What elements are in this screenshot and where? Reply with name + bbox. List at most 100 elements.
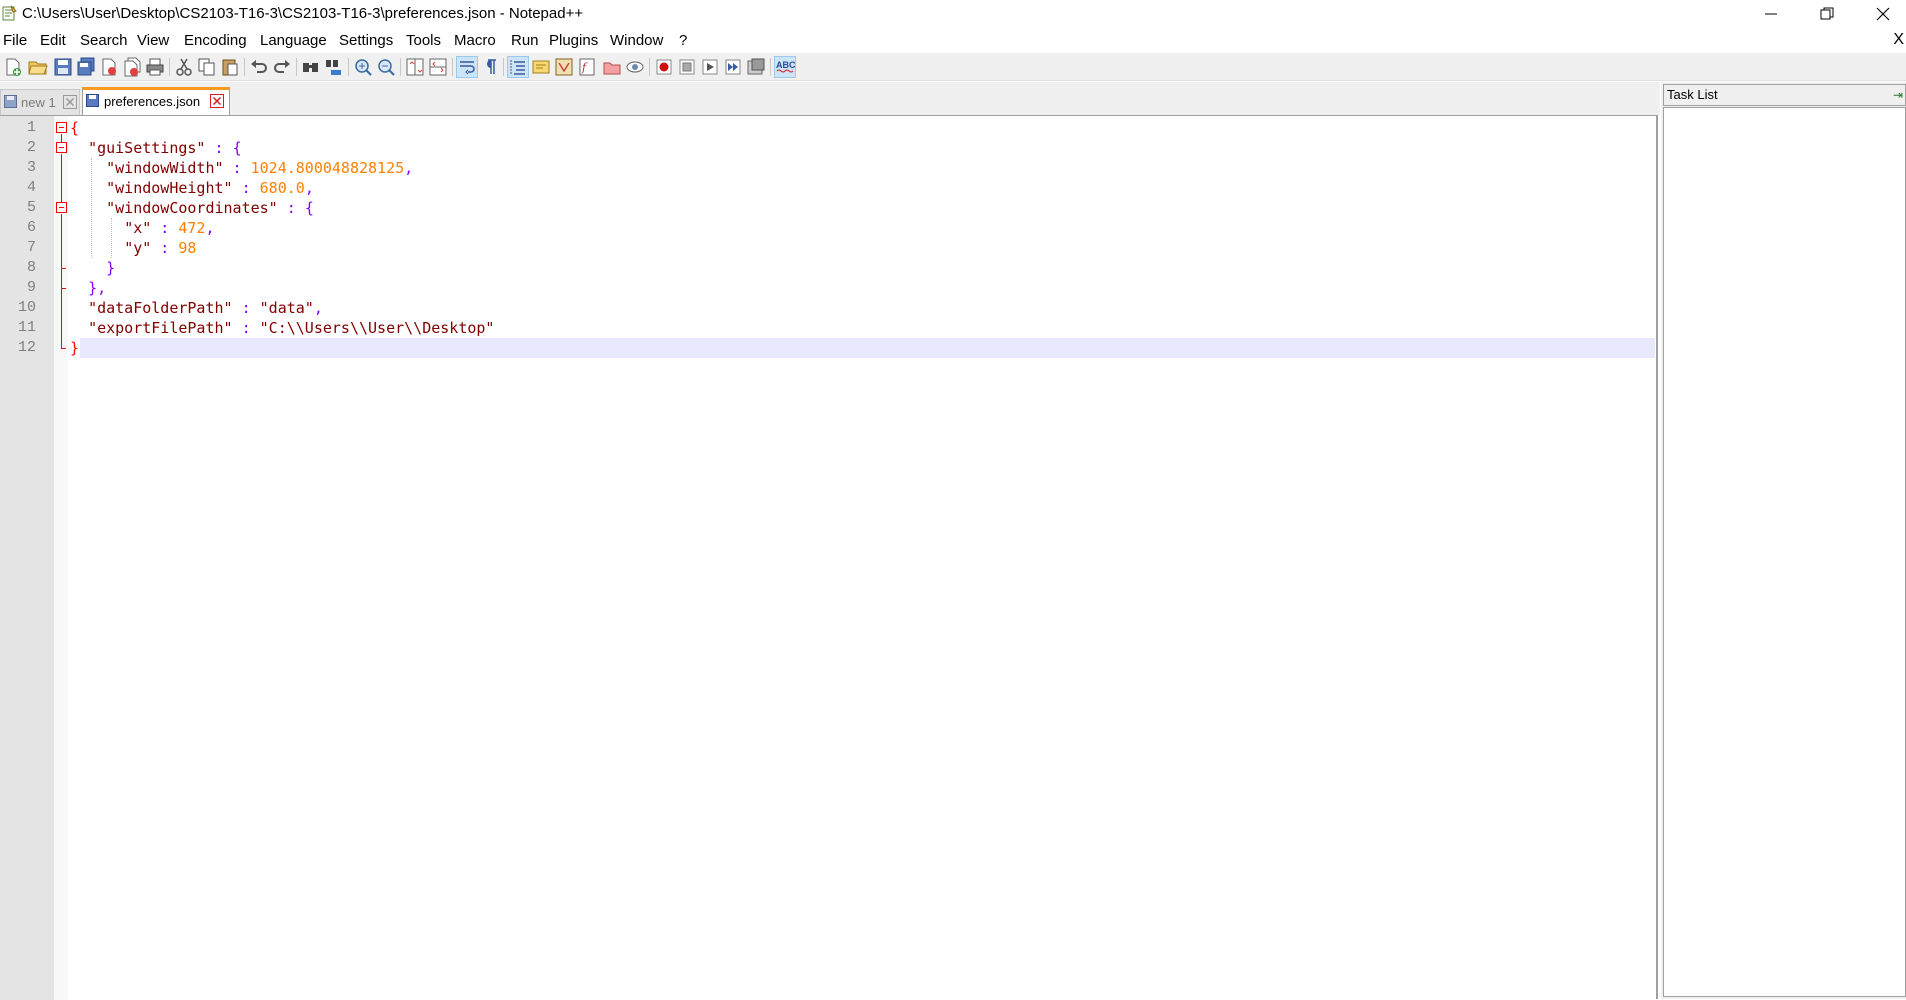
undo-icon[interactable]: [248, 56, 270, 78]
line-number-gutter: 1 2 3 4 5 6 7 8 9 10 11 12: [0, 116, 54, 1000]
folder-as-workspace-icon[interactable]: [601, 56, 623, 78]
menu-plugins[interactable]: Plugins: [549, 32, 598, 49]
function-list-icon[interactable]: f: [576, 56, 598, 78]
tab-preferences-json[interactable]: preferences.json: [82, 87, 230, 115]
code-line[interactable]: },: [70, 278, 106, 298]
replace-icon[interactable]: [323, 56, 345, 78]
show-all-chars-icon[interactable]: [479, 56, 501, 78]
code-token: {: [70, 119, 80, 137]
toolbar-separator: [244, 58, 245, 76]
code-token: ,: [97, 279, 107, 297]
open-file-icon[interactable]: [27, 56, 49, 78]
menu-edit[interactable]: Edit: [40, 32, 66, 49]
sync-horizontal-icon[interactable]: [427, 56, 449, 78]
paste-icon[interactable]: [219, 56, 241, 78]
doc-map-icon[interactable]: [553, 56, 575, 78]
close-icon[interactable]: [98, 56, 120, 78]
code-line[interactable]: "windowWidth" : 1024.800048828125,: [70, 158, 413, 178]
menu-tools[interactable]: Tools: [406, 32, 441, 49]
fold-toggle[interactable]: [56, 202, 67, 213]
tab-new-1[interactable]: new 1: [0, 89, 80, 115]
menu-help[interactable]: ?: [679, 32, 687, 49]
code-line[interactable]: {: [70, 118, 79, 138]
close-all-icon[interactable]: [121, 56, 143, 78]
code-token: ,: [404, 159, 414, 177]
code-token: 98: [178, 239, 197, 257]
indent-guide-icon[interactable]: [507, 56, 529, 78]
code-token: }: [88, 279, 98, 297]
save-macro-icon[interactable]: [745, 56, 767, 78]
code-token: ,: [205, 219, 215, 237]
close-window-button[interactable]: [1855, 0, 1906, 27]
stop-record-icon[interactable]: [676, 56, 698, 78]
record-macro-icon[interactable]: [653, 56, 675, 78]
line-number: 12: [17, 339, 36, 356]
run-macro-multiple-icon[interactable]: [722, 56, 744, 78]
code-token: ,: [304, 179, 314, 197]
menu-file[interactable]: File: [3, 32, 27, 49]
close-document-button[interactable]: X: [1893, 31, 1904, 49]
task-list-title: Task List: [1667, 87, 1718, 102]
save-all-icon[interactable]: [75, 56, 97, 78]
menu-search[interactable]: Search: [80, 32, 128, 49]
menu-macro[interactable]: Macro: [454, 32, 496, 49]
code-token: :: [205, 139, 233, 157]
fold-toggle[interactable]: [56, 122, 67, 133]
code-line[interactable]: "x" : 472,: [70, 218, 215, 238]
code-line[interactable]: }: [70, 258, 115, 278]
task-list-body[interactable]: [1663, 107, 1906, 997]
line-number: 3: [26, 159, 36, 176]
find-icon[interactable]: [300, 56, 322, 78]
minimize-button[interactable]: [1743, 0, 1799, 27]
new-file-icon[interactable]: [2, 56, 24, 78]
tab-close-icon[interactable]: [210, 94, 224, 108]
cut-icon[interactable]: [173, 56, 195, 78]
code-line[interactable]: "exportFilePath" : "C:\\Users\\User\\Des…: [70, 318, 494, 338]
code-line[interactable]: "windowHeight" : 680.0,: [70, 178, 314, 198]
copy-icon[interactable]: [196, 56, 218, 78]
user-language-icon[interactable]: [530, 56, 552, 78]
menu-language[interactable]: Language: [260, 32, 327, 49]
close-panel-icon[interactable]: ⇥: [1893, 88, 1903, 102]
menu-run[interactable]: Run: [511, 32, 539, 49]
toolbar-separator: [649, 58, 650, 76]
restore-button[interactable]: [1799, 0, 1855, 27]
code-line[interactable]: "guiSettings" : {: [70, 138, 242, 158]
fold-toggle[interactable]: [56, 142, 67, 153]
tab-label: preferences.json: [104, 94, 201, 109]
monitoring-icon[interactable]: [624, 56, 646, 78]
line-number: 5: [26, 199, 36, 216]
toolbar-separator: [503, 58, 504, 76]
tab-close-icon[interactable]: [63, 95, 77, 109]
fold-line: [61, 214, 62, 349]
code-line[interactable]: }: [70, 338, 79, 358]
code-token: "windowHeight": [106, 179, 233, 197]
zoom-out-icon[interactable]: [375, 56, 397, 78]
redo-icon[interactable]: [271, 56, 293, 78]
zoom-in-icon[interactable]: [352, 56, 374, 78]
code-token: "guiSettings": [88, 139, 206, 157]
code-line[interactable]: "windowCoordinates" : {: [70, 198, 314, 218]
sync-vertical-icon[interactable]: [404, 56, 426, 78]
code-token: :: [223, 159, 251, 177]
code-line[interactable]: "dataFolderPath" : "data",: [70, 298, 323, 318]
playback-macro-icon[interactable]: [699, 56, 721, 78]
spell-check-icon[interactable]: ABC: [774, 56, 796, 78]
menu-view[interactable]: View: [137, 32, 169, 49]
save-icon[interactable]: [52, 56, 74, 78]
code-line[interactable]: "y" : 98: [70, 238, 196, 258]
toolbar-separator: [770, 58, 771, 76]
code-token: "x": [124, 219, 152, 237]
word-wrap-icon[interactable]: [456, 56, 478, 78]
code-editor[interactable]: 1 2 3 4 5 6 7 8 9 10 11 12 { "guiSetting…: [0, 115, 1658, 1000]
code-token: 472: [178, 219, 206, 237]
menu-settings[interactable]: Settings: [339, 32, 393, 49]
menu-encoding[interactable]: Encoding: [184, 32, 247, 49]
document-saved-icon: [4, 95, 17, 108]
print-icon[interactable]: [144, 56, 166, 78]
menu-window[interactable]: Window: [610, 32, 663, 49]
code-token: :: [232, 319, 260, 337]
line-number: 9: [26, 279, 36, 296]
